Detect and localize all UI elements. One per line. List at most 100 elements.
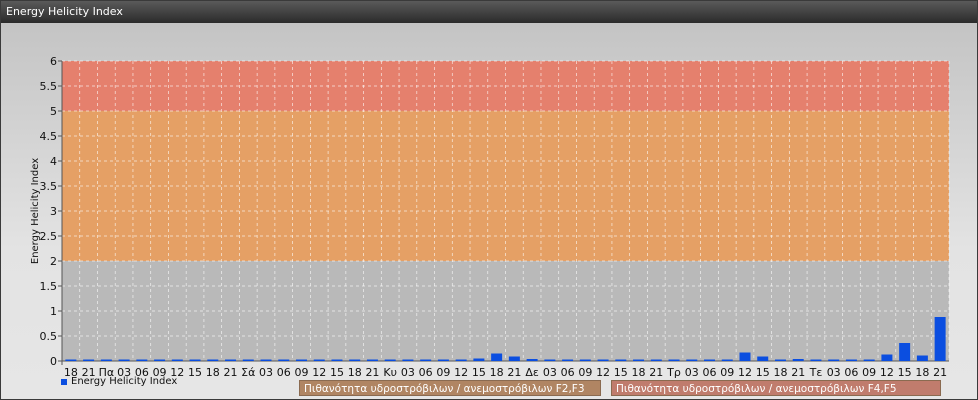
band-label-f4f5: Πιθανότητα υδροστρόβιλων / ανεμοστρόβιλω… <box>611 380 941 396</box>
x-tick-label-28: 06 <box>561 366 575 379</box>
bar-2 <box>100 359 112 361</box>
x-tick-label-9: 21 <box>224 366 238 379</box>
y-axis-title: Energy Helicity Index <box>30 158 41 264</box>
x-tick-label-20: 06 <box>419 366 433 379</box>
bar-46 <box>881 354 893 361</box>
y-tick-label-7: 3.5 <box>40 180 58 193</box>
x-tick-label-35: 03 <box>685 366 699 379</box>
y-tick-label-0: 0 <box>50 355 57 368</box>
bar-13 <box>295 359 307 361</box>
bar-47 <box>899 343 911 361</box>
x-tick-label-16: 18 <box>348 366 362 379</box>
x-tick-label-49: 21 <box>933 366 947 379</box>
x-tick-label-37: 09 <box>720 366 734 379</box>
bar-25 <box>508 356 520 361</box>
bar-17 <box>366 359 378 361</box>
bar-15 <box>331 359 343 361</box>
x-tick-label-7: 15 <box>188 366 202 379</box>
bar-21 <box>437 359 449 361</box>
bar-11 <box>260 359 272 361</box>
x-tick-label-46: 12 <box>880 366 894 379</box>
x-tick-label-23: 15 <box>472 366 486 379</box>
x-tick-label-21: 09 <box>436 366 450 379</box>
bar-10 <box>242 359 254 361</box>
y-tick-label-8: 4 <box>50 155 57 168</box>
bar-37 <box>721 359 733 361</box>
bar-27 <box>544 359 556 361</box>
x-tick-label-13: 09 <box>294 366 308 379</box>
bar-40 <box>774 359 786 361</box>
x-tick-label-42: Τε <box>809 366 823 379</box>
bar-1 <box>83 359 95 361</box>
x-tick-label-44: 06 <box>844 366 858 379</box>
bar-30 <box>597 359 609 361</box>
y-tick-label-11: 5.5 <box>40 80 58 93</box>
bar-48 <box>916 355 928 361</box>
bar-38 <box>739 352 751 361</box>
y-tick-label-4: 2 <box>50 255 57 268</box>
x-tick-label-48: 18 <box>915 366 929 379</box>
y-tick-label-10: 5 <box>50 105 57 118</box>
x-tick-label-38: 12 <box>738 366 752 379</box>
x-tick-label-30: 12 <box>596 366 610 379</box>
bar-4 <box>136 359 148 361</box>
legend[interactable]: Energy Helicity Index <box>61 376 177 387</box>
bar-42 <box>810 359 822 361</box>
bar-34 <box>668 359 680 361</box>
bar-6 <box>171 359 183 361</box>
legend-label: Energy Helicity Index <box>71 376 178 387</box>
x-tick-label-25: 21 <box>507 366 521 379</box>
x-tick-label-34: Τρ <box>666 366 681 379</box>
x-tick-label-27: 03 <box>543 366 557 379</box>
legend-swatch <box>61 378 67 385</box>
x-tick-label-36: 06 <box>703 366 717 379</box>
bar-8 <box>207 359 219 361</box>
bar-12 <box>278 359 290 361</box>
x-tick-label-26: Δε <box>525 366 539 379</box>
chart-area: 0 0.5 1 1.5 2 2.5 3 3.5 4 4.5 5 5.5 6 Energy Helicity… <box>1 23 977 399</box>
x-tick-label-31: 15 <box>614 366 628 379</box>
x-tick-label-45: 09 <box>862 366 876 379</box>
bar-29 <box>579 359 591 361</box>
bar-32 <box>633 359 645 361</box>
bar-20 <box>420 359 432 361</box>
y-tick-label-1: 0.5 <box>40 330 58 343</box>
y-tick-label-2: 1 <box>50 305 57 318</box>
bar-24 <box>491 353 503 361</box>
x-tick-label-18: Κυ <box>383 366 397 379</box>
x-tick-label-17: 21 <box>365 366 379 379</box>
bar-43 <box>828 359 840 361</box>
bar-28 <box>562 359 574 361</box>
bar-41 <box>792 359 804 361</box>
bar-16 <box>349 359 361 361</box>
window-title: Energy Helicity Index <box>1 1 977 23</box>
bar-5 <box>154 359 166 361</box>
x-tick-label-14: 12 <box>312 366 326 379</box>
y-tick-label-12: 6 <box>50 55 57 68</box>
y-tick-label-9: 4.5 <box>40 130 58 143</box>
bar-22 <box>455 359 467 361</box>
bar-36 <box>704 359 716 361</box>
x-tick-label-47: 15 <box>898 366 912 379</box>
x-tick-label-43: 03 <box>827 366 841 379</box>
bar-33 <box>650 359 662 361</box>
x-tick-label-32: 18 <box>632 366 646 379</box>
bar-35 <box>686 359 698 361</box>
band-label-f2f3: Πιθανότητα υδροστρόβιλων / ανεμοστρόβιλω… <box>299 380 601 396</box>
x-tick-label-41: 21 <box>791 366 805 379</box>
chart-svg: 0 0.5 1 1.5 2 2.5 3 3.5 4 4.5 5 5.5 6 Energy Helicity… <box>30 55 950 379</box>
x-tick-label-22: 12 <box>454 366 468 379</box>
bar-7 <box>189 359 201 361</box>
y-tick-label-6: 3 <box>50 205 57 218</box>
bar-0 <box>65 359 77 361</box>
bar-18 <box>384 359 396 361</box>
x-tick-label-19: 03 <box>401 366 415 379</box>
bar-9 <box>225 359 237 361</box>
bar-14 <box>313 359 325 361</box>
x-tick-label-39: 15 <box>756 366 770 379</box>
y-tick-label-3: 1.5 <box>40 280 58 293</box>
x-tick-label-15: 15 <box>330 366 344 379</box>
x-tick-label-24: 18 <box>490 366 504 379</box>
bar-3 <box>118 359 130 361</box>
x-tick-label-29: 09 <box>578 366 592 379</box>
